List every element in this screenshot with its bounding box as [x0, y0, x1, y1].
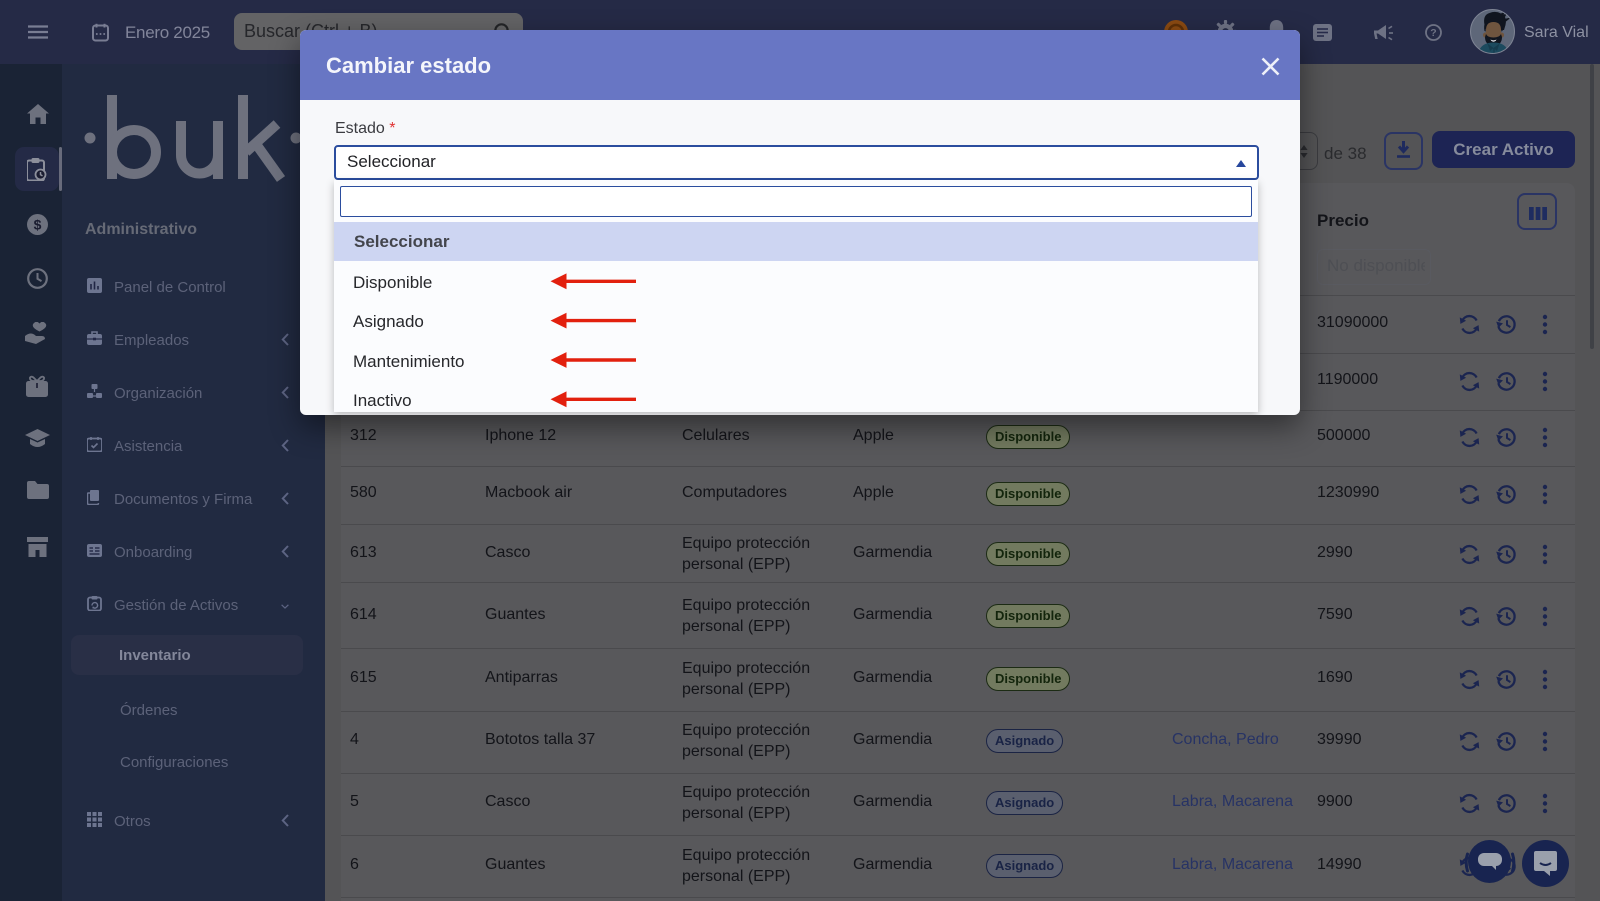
svg-text:?: ? [1430, 27, 1436, 39]
svg-text:$: $ [34, 217, 42, 233]
